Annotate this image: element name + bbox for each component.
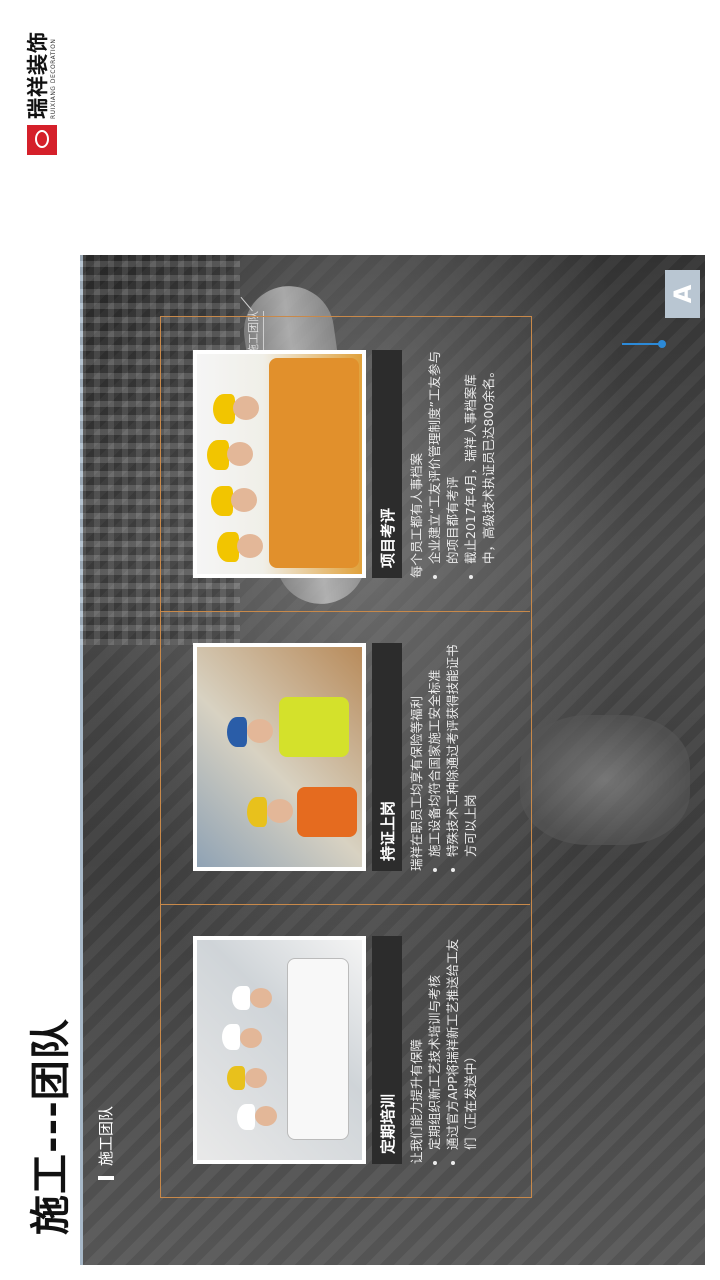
training-photo: [193, 936, 366, 1164]
card-description: 让我们能力提升有保障 定期组织新工艺技术培训与考核 通过官方APP将瑞祥新工艺推…: [408, 936, 480, 1164]
section-bar: [97, 1176, 114, 1180]
card-title: 持证上岗: [372, 643, 402, 871]
face-shape: [247, 719, 273, 743]
helmet-icon: [227, 717, 247, 747]
work-overalls: [269, 358, 359, 568]
helmet-icon: [213, 394, 235, 424]
card-bullet: 企业建立“工友评价管理制度”工友参与的项目都有考评: [426, 350, 462, 564]
card-bullet: 通过官方APP将瑞祥新工艺推送给工友们（正在发送中）: [444, 936, 480, 1150]
card-bullet: 截止2017年4月，瑞祥人事档案库中，高级技术执证员已达800余名。: [462, 350, 498, 564]
card-bullet: 施工设备均符合国家施工安全标准: [426, 643, 444, 857]
face-shape: [255, 1106, 277, 1126]
helmet-icon: [222, 1024, 240, 1050]
hand-shape: [520, 715, 690, 845]
face-shape: [227, 442, 253, 466]
page-title: 施工---团队: [27, 1018, 74, 1235]
face-shape: [245, 1068, 267, 1088]
card-intro: 瑞祥在职员工均享有保险等福利: [409, 695, 424, 871]
face-shape: [233, 396, 259, 420]
helmet-icon: [217, 532, 239, 562]
card-bullet: 定期组织新工艺技术培训与考核: [426, 936, 444, 1150]
slide-canvas: A 瑞祥装饰 RUIXIANG DECORATION 施工---团队 施工团队 …: [0, 0, 720, 1280]
card-intro: 让我们能力提升有保障: [409, 1038, 424, 1164]
helmet-icon: [227, 1066, 245, 1090]
section-label: 施工团队: [95, 1106, 116, 1180]
safety-vest: [279, 697, 349, 757]
helmet-icon: [247, 797, 267, 827]
card-evaluation: 项目考评 每个员工都有人事档案 企业建立“工友评价管理制度”工友参与的项目都有考…: [160, 319, 530, 612]
card-bullet: 特殊技术工种除通过考评获得技能证书方可以上岗: [444, 643, 480, 857]
card-bullets: 定期组织新工艺技术培训与考核 通过官方APP将瑞祥新工艺推送给工友们（正在发送中…: [426, 936, 480, 1164]
card-bullets: 施工设备均符合国家施工安全标准 特殊技术工种除通过考评获得技能证书方可以上岗: [426, 643, 480, 871]
corner-letter: A: [668, 284, 697, 304]
slider-handle: [622, 343, 662, 345]
face-shape: [240, 1028, 262, 1048]
card-title: 定期培训: [372, 936, 402, 1164]
card-intro: 每个员工都有人事档案: [409, 452, 424, 578]
card-description: 瑞祥在职员工均享有保险等福利 施工设备均符合国家施工安全标准 特殊技术工种除通过…: [408, 643, 480, 871]
corner-badge: A: [665, 270, 700, 318]
helmet-icon: [207, 440, 229, 470]
logo-brand-cn: 瑞祥装饰: [25, 31, 50, 119]
face-shape: [231, 488, 257, 512]
face-shape: [237, 534, 263, 558]
brand-logo: 瑞祥装饰 RUIXIANG DECORATION: [22, 15, 62, 155]
helmet-icon: [237, 1104, 255, 1130]
evaluation-photo: [193, 350, 366, 578]
card-description: 每个员工都有人事档案 企业建立“工友评价管理制度”工友参与的项目都有考评 截止2…: [408, 350, 498, 578]
section-label-text: 施工团队: [97, 1105, 115, 1166]
certification-photo: [193, 643, 366, 871]
card-bullets: 企业建立“工友评价管理制度”工友参与的项目都有考评 截止2017年4月，瑞祥人事…: [426, 350, 498, 578]
face-shape: [267, 799, 293, 823]
card-training: 定期培训 让我们能力提升有保障 定期组织新工艺技术培训与考核 通过官方APP将瑞…: [160, 905, 530, 1198]
helmet-icon: [211, 486, 233, 516]
logo-mark-icon: [27, 125, 57, 155]
logo-brand-en: RUIXIANG DECORATION: [49, 38, 57, 119]
helmet-icon: [232, 986, 250, 1010]
safety-vest: [297, 787, 357, 837]
card-certification: 持证上岗 瑞祥在职员工均享有保险等福利 施工设备均符合国家施工安全标准 特殊技术…: [160, 612, 530, 905]
blueprint-sheet: [287, 958, 349, 1140]
face-shape: [250, 988, 272, 1008]
card-title: 项目考评: [372, 350, 402, 578]
